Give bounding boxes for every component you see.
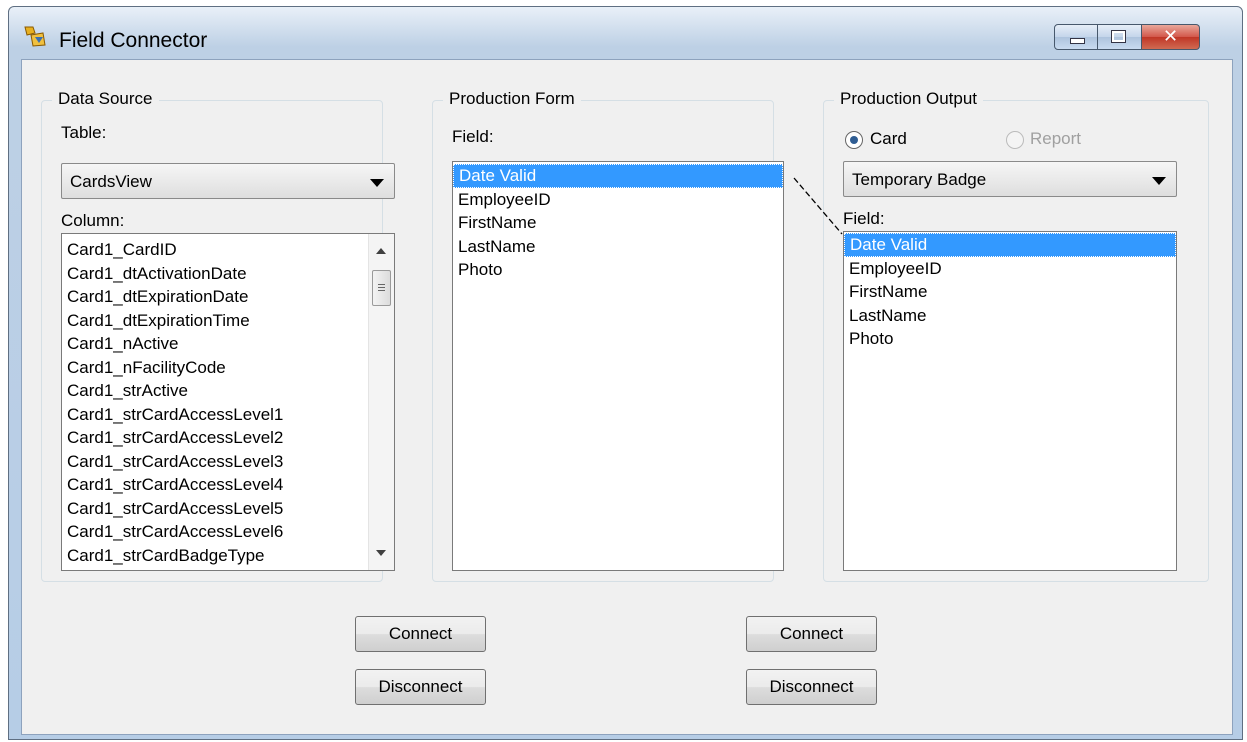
column-list: Card1_CardID Card1_dtActivationDate Card1_… bbox=[62, 234, 394, 567]
scroll-down-icon[interactable] bbox=[376, 550, 386, 556]
production-form-group: Production Form Field: Date Valid Employe… bbox=[432, 89, 784, 582]
disconnect-right-button[interactable]: Disconnect bbox=[746, 669, 877, 705]
list-item[interactable]: Card1_strCardAccessLevel4 bbox=[62, 473, 394, 497]
list-item[interactable]: Card1_strCardBadgeType bbox=[62, 544, 394, 568]
connect-right-button[interactable]: Connect bbox=[746, 616, 877, 652]
app-icon bbox=[24, 26, 46, 47]
form-field-label: Field: bbox=[452, 127, 494, 146]
template-select[interactable]: Temporary Badge bbox=[843, 161, 1177, 197]
list-item[interactable]: Photo bbox=[844, 327, 1176, 351]
list-item[interactable]: Card1_dtExpirationDate bbox=[62, 285, 394, 309]
list-item[interactable]: LastName bbox=[453, 235, 783, 259]
list-item[interactable]: Card1_CardID bbox=[62, 238, 394, 262]
connection-line-segment bbox=[793, 177, 843, 235]
list-item[interactable]: Card1_dtExpirationTime bbox=[62, 309, 394, 333]
list-item[interactable]: FirstName bbox=[453, 211, 783, 235]
table-select[interactable]: CardsView bbox=[61, 163, 395, 199]
card-radio-label[interactable]: Card bbox=[870, 129, 907, 149]
list-item[interactable]: Card1_dtActivationDate bbox=[62, 262, 394, 286]
list-item[interactable]: Card1_strCardAccessLevel5 bbox=[62, 497, 394, 521]
list-item[interactable]: EmployeeID bbox=[453, 188, 783, 212]
grip-line bbox=[378, 290, 385, 291]
list-item[interactable]: Card1_nFacilityCode bbox=[62, 356, 394, 380]
list-item[interactable]: Date Valid bbox=[844, 233, 1176, 257]
report-radio-label[interactable]: Report bbox=[1030, 129, 1081, 149]
list-item[interactable]: Card1_strActive bbox=[62, 379, 394, 403]
production-output-group: Production Output Card Report Temporary … bbox=[823, 89, 1209, 582]
close-button[interactable]: ✕ bbox=[1142, 24, 1200, 50]
list-item[interactable]: Card1_nActive bbox=[62, 332, 394, 356]
list-item[interactable]: Card1_strCardAccessLevel3 bbox=[62, 450, 394, 474]
card-radio[interactable] bbox=[845, 131, 863, 149]
template-select-value: Temporary Badge bbox=[852, 170, 987, 189]
disconnect-left-button[interactable]: Disconnect bbox=[355, 669, 486, 705]
data-source-title: Data Source bbox=[52, 89, 159, 109]
list-item[interactable]: EmployeeID bbox=[844, 257, 1176, 281]
scroll-thumb[interactable] bbox=[372, 270, 391, 306]
form-field-listbox[interactable]: Date Valid EmployeeID FirstName LastName Pho… bbox=[452, 161, 784, 571]
chevron-down-icon[interactable] bbox=[1152, 177, 1166, 185]
grip-line bbox=[378, 287, 385, 288]
window-title: Field Connector bbox=[59, 29, 208, 52]
table-label: Table: bbox=[61, 123, 107, 142]
column-listbox[interactable]: Card1_CardID Card1_dtActivationDate Card1_… bbox=[61, 233, 395, 571]
list-item[interactable]: LastName bbox=[844, 304, 1176, 328]
column-scrollbar[interactable] bbox=[368, 234, 394, 570]
minimize-icon bbox=[1070, 38, 1085, 44]
production-output-title: Production Output bbox=[834, 89, 984, 109]
maximize-icon bbox=[1111, 30, 1126, 43]
close-icon: ✕ bbox=[1162, 26, 1179, 47]
list-item[interactable]: Date Valid bbox=[453, 164, 783, 188]
production-form-title: Production Form bbox=[443, 89, 581, 109]
column-label: Column: bbox=[61, 211, 125, 230]
grip-line bbox=[378, 284, 385, 285]
list-item[interactable]: Card1_strCardAccessLevel6 bbox=[62, 520, 394, 544]
data-source-group: Data Source Table: CardsView Column: Car… bbox=[41, 89, 395, 582]
table-select-value: CardsView bbox=[70, 172, 152, 191]
report-radio[interactable] bbox=[1006, 131, 1024, 149]
output-field-listbox[interactable]: Date Valid EmployeeID FirstName LastName Pho… bbox=[843, 231, 1177, 571]
scroll-up-icon[interactable] bbox=[376, 248, 386, 254]
field-connector-window: Field Connector ✕ Data Source Table: Car… bbox=[8, 6, 1243, 740]
list-item[interactable]: Card1_strCardAccessLevel1 bbox=[62, 403, 394, 427]
list-item[interactable]: Photo bbox=[453, 258, 783, 282]
title-bar[interactable]: Field Connector ✕ bbox=[9, 7, 1242, 59]
connect-left-button[interactable]: Connect bbox=[355, 616, 486, 652]
connection-line bbox=[793, 177, 843, 235]
list-item[interactable]: FirstName bbox=[844, 280, 1176, 304]
chevron-down-icon[interactable] bbox=[370, 179, 384, 187]
maximize-button[interactable] bbox=[1098, 24, 1142, 50]
dialog-client-area: Data Source Table: CardsView Column: Car… bbox=[21, 59, 1233, 735]
output-field-list: Date Valid EmployeeID FirstName LastName Pho… bbox=[844, 232, 1176, 351]
minimize-button[interactable] bbox=[1054, 24, 1098, 50]
form-field-list: Date Valid EmployeeID FirstName LastName Pho… bbox=[453, 162, 783, 282]
list-item[interactable]: Card1_strCardAccessLevel2 bbox=[62, 426, 394, 450]
